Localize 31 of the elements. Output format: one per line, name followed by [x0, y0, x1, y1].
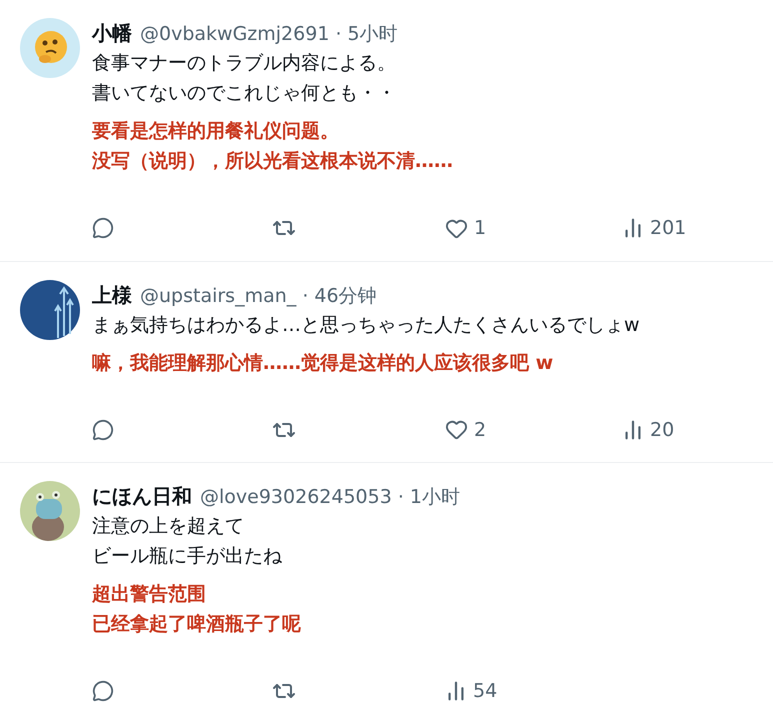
- reply-icon: [92, 217, 114, 240]
- views-button[interactable]: 201: [622, 214, 686, 242]
- views-button[interactable]: 20: [622, 416, 674, 444]
- reply-button[interactable]: [92, 680, 114, 702]
- post-text: ビール瓶に手が出たね: [92, 544, 283, 569]
- post-meta: @upstairs_man_ · 46分钟: [140, 284, 377, 308]
- author-name: にほん日和: [92, 483, 192, 510]
- heart-icon: [445, 418, 468, 442]
- like-button[interactable]: 2: [445, 416, 486, 444]
- reply-button[interactable]: [92, 418, 114, 441]
- post-text: 書いてないのでこれじゃ何とも・・: [92, 81, 397, 106]
- post-meta: @0vbakwGzmj2691 · 5小时: [140, 22, 398, 47]
- translation-text: 超出警告范围: [92, 582, 207, 607]
- translation-text: 嘛，我能理解那心情……觉得是这样的人应该很多吧 w: [92, 350, 554, 376]
- author-name: 小幡: [92, 20, 132, 47]
- translation-text: 没写（说明），所以光看这根本说不清……: [92, 149, 454, 174]
- post-text: まぁ気持ちはわかるよ…と思っちゃった人たくさんいるでしょw: [92, 312, 641, 338]
- like-button[interactable]: 1: [445, 214, 486, 242]
- post-text: 注意の上を超えて: [92, 514, 245, 539]
- reply-button[interactable]: [92, 217, 114, 240]
- post-meta: @love93026245053 · 1小时: [200, 485, 460, 510]
- avatar: [20, 18, 80, 78]
- author-name: 上様: [92, 282, 132, 308]
- reply-icon: [92, 418, 114, 441]
- reply-icon: [92, 680, 114, 702]
- avatar: [20, 481, 80, 541]
- translation-text: 已经拿起了啤酒瓶子了呢: [92, 612, 302, 637]
- post-text: 食事マナーのトラブル内容による。: [92, 51, 397, 76]
- views-button[interactable]: 54: [445, 677, 498, 706]
- avatar: [20, 280, 80, 340]
- translation-text: 要看是怎样的用餐礼仪问题。: [92, 119, 340, 144]
